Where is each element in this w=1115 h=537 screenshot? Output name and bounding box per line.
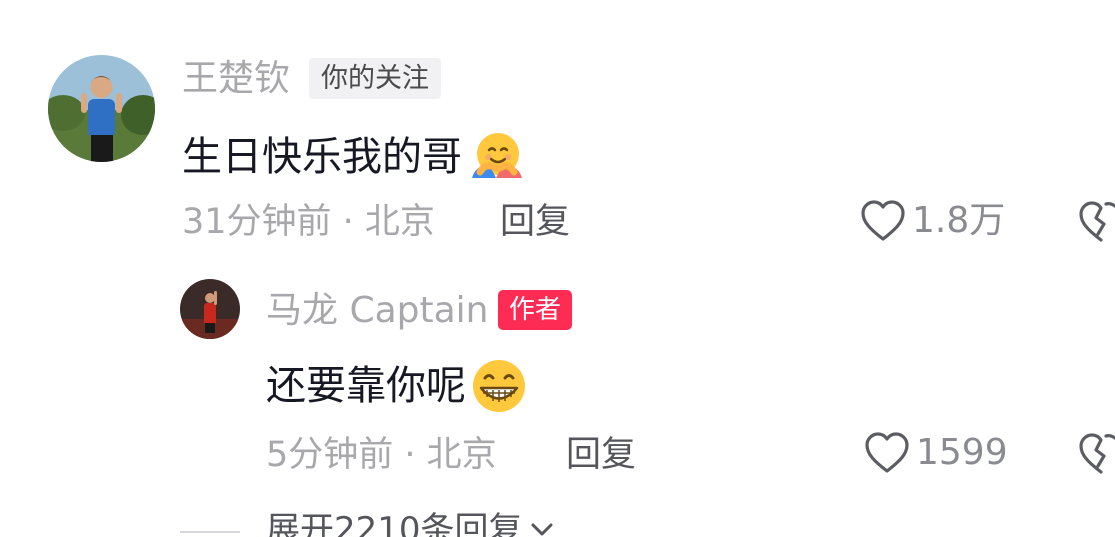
avatar[interactable]	[48, 55, 155, 162]
heart-icon	[864, 431, 910, 475]
hugging-face-emoji-icon	[466, 128, 524, 186]
heart-icon	[860, 199, 906, 243]
like-button[interactable]: 1.8万	[860, 199, 1005, 243]
expand-replies-button[interactable]: 展开2210条回复	[266, 513, 555, 537]
avatar-photo	[180, 279, 240, 339]
expand-divider	[180, 531, 240, 533]
expand-replies-label: 展开2210条回复	[266, 510, 523, 537]
reply-text: 还要靠你呢	[266, 363, 466, 409]
like-count: 1.8万	[912, 200, 1006, 241]
like-button[interactable]: 1599	[864, 431, 1008, 475]
dislike-icon[interactable]	[1078, 432, 1115, 476]
reply-button[interactable]: 回复	[566, 438, 636, 473]
comment-text: 生日快乐我的哥	[182, 134, 462, 180]
comment-username[interactable]: 王楚钦	[182, 61, 290, 97]
comment-body: 生日快乐我的哥	[182, 128, 524, 186]
avatar[interactable]	[180, 279, 240, 339]
dislike-icon[interactable]	[1078, 200, 1115, 244]
following-badge: 你的关注	[309, 58, 441, 99]
grinning-face-emoji-icon	[470, 357, 528, 415]
comment-timestamp-location: 31分钟前 · 北京	[182, 202, 435, 242]
like-count: 1599	[916, 432, 1008, 473]
chevron-down-icon	[529, 520, 555, 537]
comment-thread: 王楚钦 你的关注 生日快乐我的哥 31分钟前 · 北京 回复 1.8万 马龙 C…	[0, 0, 1115, 537]
reply-timestamp-location: 5分钟前 · 北京	[266, 435, 497, 475]
avatar-photo	[48, 55, 155, 162]
author-badge: 作者	[498, 290, 573, 330]
reply-button[interactable]: 回复	[500, 205, 570, 240]
reply-body: 还要靠你呢	[266, 357, 528, 415]
reply-username[interactable]: 马龙 Captain	[266, 293, 489, 329]
